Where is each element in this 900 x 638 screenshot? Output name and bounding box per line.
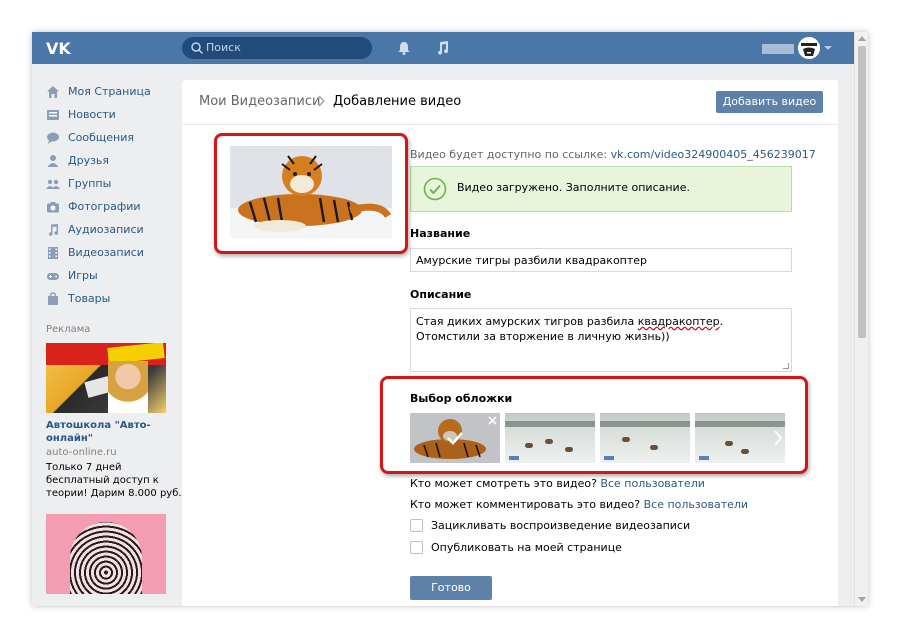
resize-handle-icon[interactable] [783, 363, 789, 369]
svg-text:VK: VK [46, 39, 71, 57]
scroll-thumb[interactable] [858, 46, 866, 338]
ad-url: auto-online.ru [46, 447, 117, 458]
sidebar-item-label: Сообщения [68, 131, 135, 144]
description-label: Описание [410, 288, 472, 301]
loop-option-row[interactable]: Зацикливать воспроизведение видеозаписи [410, 519, 690, 532]
sidebar-item-label: Фотографии [68, 200, 141, 213]
publish-option-row[interactable]: Опубликовать на моей странице [410, 541, 622, 554]
ads-label: Реклама [46, 324, 91, 335]
upload-status-text: Видео загружено. Заполните описание. [457, 181, 690, 194]
sidebar-item-label: Новости [68, 108, 116, 121]
anonymous-mask-icon [798, 37, 820, 59]
ad-face-graphic [70, 522, 142, 594]
search-icon [191, 42, 204, 55]
comment-privacy-dropdown[interactable]: Все пользователи [644, 498, 748, 511]
sidebar-item-label: Игры [68, 269, 98, 282]
page-title: Добавление видео [333, 94, 462, 109]
view-privacy-row: Кто может смотреть это видео? Все пользо… [410, 477, 705, 490]
loop-checkbox[interactable] [410, 519, 423, 532]
video-link-prefix: Видео будет доступно по ссылке: [410, 148, 611, 161]
music-icon[interactable] [434, 40, 450, 56]
publish-label: Опубликовать на моей странице [431, 541, 622, 554]
user-name-blurred[interactable] [762, 44, 794, 54]
friends-icon [47, 154, 59, 167]
messages-icon [47, 132, 59, 144]
sidebar-item-label: Друзья [68, 154, 110, 167]
sidebar-item-label: Моя Страница [68, 85, 151, 98]
ad-text: Только 7 дней бесплатный доступ к теории… [46, 462, 182, 499]
film-icon [48, 246, 58, 259]
groups-icon [46, 179, 60, 189]
scroll-down-arrow-icon[interactable] [858, 597, 866, 602]
add-video-button[interactable]: Добавить видео [716, 91, 823, 113]
comment-privacy-row: Кто может комментировать это видео? Все … [410, 498, 748, 511]
sidebar-item-games[interactable]: Игры [46, 264, 186, 287]
sidebar-item-label: Товары [68, 292, 111, 305]
home-icon [47, 85, 59, 98]
cover-highlight-frame [380, 376, 808, 474]
scroll-up-arrow-icon[interactable] [858, 36, 866, 41]
sidebar-item-label: Группы [68, 177, 112, 190]
chevron-right-icon [318, 95, 325, 107]
sidebar-item-audio[interactable]: Аудиозаписи [46, 218, 186, 241]
gamepad-icon [47, 272, 59, 280]
ad-image-2[interactable] [46, 514, 166, 594]
camera-icon [47, 201, 59, 212]
view-privacy-dropdown[interactable]: Все пользователи [600, 477, 704, 490]
publish-checkbox[interactable] [410, 541, 423, 554]
view-privacy-label: Кто может смотреть это видео? [410, 477, 597, 490]
sidebar-item-groups[interactable]: Группы [46, 172, 186, 195]
upload-success-banner: Видео загружено. Заполните описание. [410, 166, 792, 212]
sidebar-item-label: Аудиозаписи [68, 223, 144, 236]
video-link[interactable]: vk.com/video324900405_456239017 [611, 148, 816, 161]
done-button[interactable]: Готово [410, 576, 492, 600]
ad-title[interactable]: Автошкола "Авто-онлайн" [46, 419, 186, 445]
title-input[interactable]: Амурские тигры разбили квадракоптер [410, 248, 792, 272]
sidebar-item-goods[interactable]: Товары [46, 287, 186, 310]
page-scrollbar[interactable] [854, 32, 868, 606]
left-sidebar: Моя Страница Новости Сообщения Друзья Гр… [46, 80, 186, 594]
music-note-icon [48, 223, 59, 236]
comment-privacy-label: Кто может комментировать это видео? [410, 498, 641, 511]
description-misspelled-word: квадракоптер [637, 315, 720, 328]
sidebar-item-videos[interactable]: Видеозаписи [46, 241, 186, 264]
loop-label: Зацикливать воспроизведение видеозаписи [431, 519, 691, 532]
title-label: Название [410, 227, 471, 240]
card-header: Мои Видеозаписи Добавление видео Добавит… [182, 80, 838, 125]
ad-person-graphic [108, 361, 148, 413]
shopping-bag-icon [48, 291, 58, 305]
sidebar-item-messages[interactable]: Сообщения [46, 126, 186, 149]
sidebar-item-my-page[interactable]: Моя Страница [46, 80, 186, 103]
sidebar-item-label: Видеозаписи [68, 246, 144, 259]
ad-image[interactable] [46, 343, 166, 413]
video-link-label: Видео будет доступно по ссылке: vk.com/v… [410, 148, 816, 161]
chevron-down-icon[interactable] [824, 46, 832, 50]
thumbnail-highlight-frame [214, 133, 408, 254]
top-header: VK Поиск [32, 32, 854, 64]
avatar[interactable] [798, 37, 820, 59]
browser-window: VK Поиск Моя Страница Новости Сообщения … [32, 32, 868, 606]
sidebar-item-photos[interactable]: Фотографии [46, 195, 186, 218]
news-icon [47, 109, 59, 120]
vk-logo-icon[interactable]: VK [46, 39, 76, 57]
check-circle-icon [423, 177, 447, 201]
bell-icon[interactable] [396, 40, 412, 56]
sidebar-item-news[interactable]: Новости [46, 103, 186, 126]
description-textarea[interactable]: Стая диких амурских тигров разбила квадр… [410, 308, 792, 372]
description-text-part1: Стая диких амурских тигров разбила [416, 315, 638, 328]
breadcrumb-my-videos[interactable]: Мои Видеозаписи [199, 94, 320, 109]
search-box[interactable]: Поиск [182, 37, 372, 59]
sidebar-item-friends[interactable]: Друзья [46, 149, 186, 172]
search-input[interactable]: Поиск [206, 41, 241, 54]
